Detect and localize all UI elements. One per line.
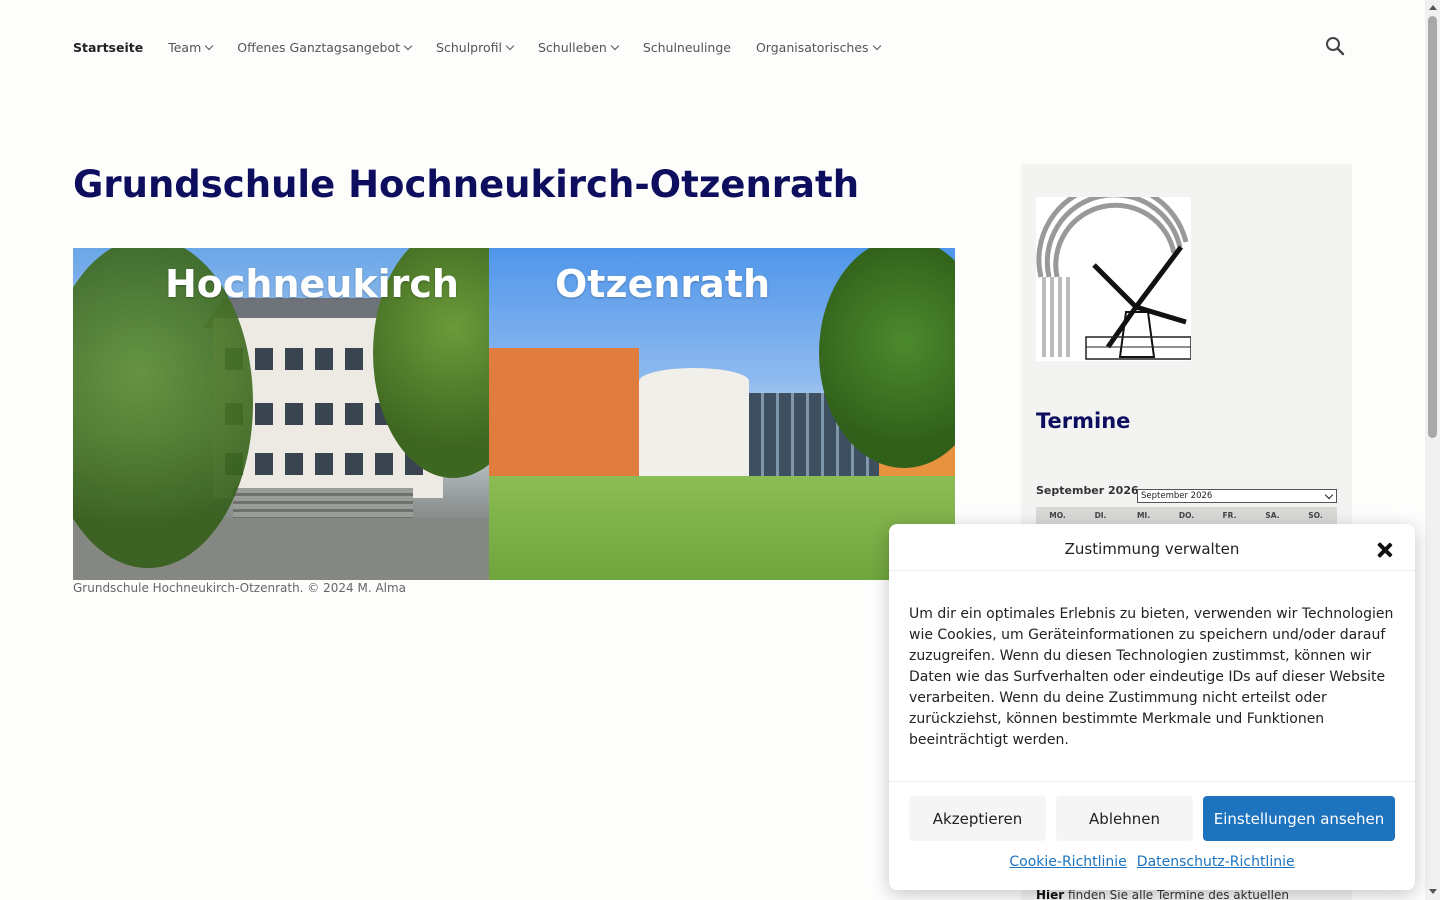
calendar-weekday: SA.: [1265, 511, 1280, 520]
nav-item-organisatorisches[interactable]: Organisatorisches: [755, 40, 881, 55]
hero-photo-hochneukirch: Hochneukirch: [73, 248, 533, 580]
nav-item-offenes-ganztagsangebot[interactable]: Offenes Ganztagsangebot: [237, 40, 413, 55]
nav-item-label: Schulprofil: [436, 40, 502, 55]
cookie-policy-link[interactable]: Cookie-Richtlinie: [1009, 854, 1126, 870]
policy-links: Cookie-Richtlinie Datenschutz-Richtlinie: [889, 854, 1415, 870]
deny-button[interactable]: Ablehnen: [1056, 796, 1193, 841]
calendar-month-select[interactable]: September 2026: [1137, 489, 1337, 503]
cookie-consent-dialog: Zustimmung verwalten Um dir ein optimale…: [889, 524, 1415, 890]
hero-label-otzenrath: Otzenrath: [555, 262, 771, 306]
nav-item-label: Schulleben: [537, 40, 607, 55]
divider: [889, 781, 1415, 782]
hero-image: Hochneukirch Otzenrath: [73, 248, 955, 580]
page-scrollbar[interactable]: [1425, 0, 1440, 900]
chevron-down-icon: [872, 41, 881, 51]
chevron-down-icon: [205, 41, 214, 51]
nav-item-label: Team: [168, 40, 202, 55]
nav-item-label: Offenes Ganztagsangebot: [237, 40, 401, 55]
privacy-policy-link[interactable]: Datenschutz-Richtlinie: [1137, 854, 1295, 870]
page-title: Grundschule Hochneukirch-Otzenrath: [73, 163, 860, 206]
consent-title: Zustimmung verwalten: [1064, 540, 1240, 558]
termine-heading: Termine: [1036, 409, 1131, 433]
nav-item-label: Schulneulinge: [642, 40, 731, 55]
scrollbar-thumb[interactable]: [1428, 16, 1437, 438]
calendar-weekday: DO.: [1178, 511, 1195, 520]
main-navigation: Startseite Team Offenes Ganztagsangebot Sch…: [0, 0, 1425, 96]
calendar-weekday: SO.: [1308, 511, 1323, 520]
school-logo: [1036, 182, 1192, 361]
school-building-rotunda: [639, 368, 749, 478]
calendar-month-label: September 2026: [1036, 484, 1139, 497]
scroll-up-arrow-icon[interactable]: [1429, 5, 1437, 10]
nav-item-team[interactable]: Team: [168, 40, 214, 55]
windmill-logo-icon: [1036, 182, 1192, 360]
hero-photo-otzenrath: Otzenrath: [489, 248, 955, 580]
entrance-steps: [233, 488, 413, 518]
nav-item-label: Startseite: [73, 40, 144, 55]
nav-item-label: Organisatorisches: [755, 40, 869, 55]
calendar-weekday: MO.: [1049, 511, 1066, 520]
accept-button[interactable]: Akzeptieren: [909, 796, 1046, 841]
calendar-weekday: FR.: [1222, 511, 1237, 520]
chevron-down-icon: [505, 41, 515, 51]
nav-item-startseite[interactable]: Startseite: [73, 40, 143, 55]
nav-menu: Startseite Team Offenes Ganztagsangebot Sch…: [73, 40, 905, 55]
chevron-down-icon: [403, 41, 413, 51]
nav-item-schulprofil[interactable]: Schulprofil: [436, 40, 515, 55]
chevron-down-icon: [610, 41, 620, 51]
calendar-weekday-header: MO. DI. MI. DO. FR. SA. SO.: [1036, 507, 1337, 525]
divider: [889, 570, 1415, 571]
calendar-weekday: MI.: [1136, 511, 1151, 520]
nav-item-schulleben[interactable]: Schulleben: [537, 40, 620, 55]
hero-caption: Grundschule Hochneukirch-Otzenrath. © 20…: [73, 581, 407, 595]
scroll-down-arrow-icon[interactable]: [1429, 889, 1437, 894]
school-building-orange: [489, 348, 639, 478]
lawn: [489, 476, 955, 580]
close-icon[interactable]: [1375, 540, 1395, 560]
calendar-weekday: DI.: [1094, 511, 1107, 520]
consent-message: Um dir ein optimales Erlebnis zu bieten,…: [909, 606, 1394, 748]
nav-item-schulneulinge[interactable]: Schulneulinge: [643, 40, 731, 55]
search-icon: [1326, 37, 1345, 56]
view-settings-button[interactable]: Einstellungen ansehen: [1203, 796, 1395, 841]
search-button[interactable]: [1323, 34, 1347, 58]
hero-label-hochneukirch: Hochneukirch: [165, 262, 459, 306]
